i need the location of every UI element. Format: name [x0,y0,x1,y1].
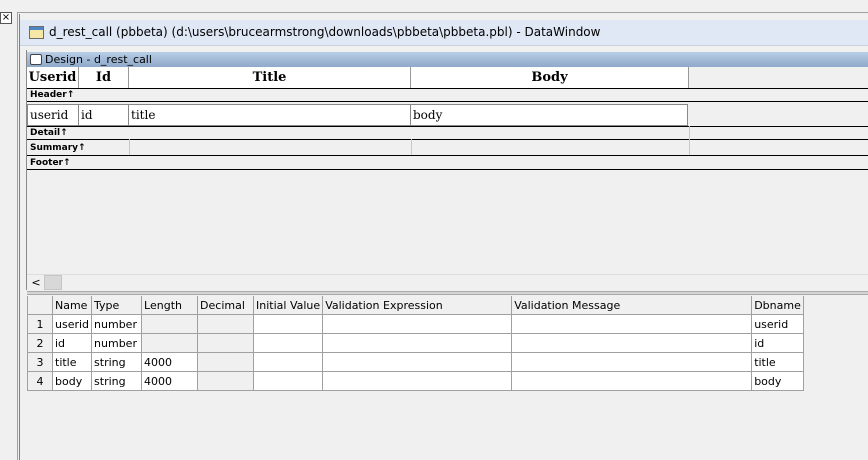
heading-userid[interactable]: Userid [27,67,79,88]
table-row[interactable]: 1 userid number userid [27,314,804,334]
cell-name[interactable]: userid [51,314,93,334]
grid-header-validation-expression[interactable]: Validation Expression [322,296,513,315]
table-row[interactable]: 4 body string 4000 body [27,371,804,391]
grid-header-type[interactable]: Type [91,296,143,315]
column-guide [689,126,690,155]
band-divider [27,126,868,127]
band-divider [27,139,868,140]
row-number: 1 [27,314,53,334]
cell-type[interactable]: string [91,371,143,391]
column-guide [129,139,130,155]
band-label-detail[interactable]: Detail↑ [30,128,68,138]
cell-validation-expression[interactable] [322,371,513,391]
row-number: 4 [27,371,53,391]
table-row[interactable]: 2 id number id [27,333,804,353]
cell-decimal[interactable] [197,314,255,334]
field-id[interactable]: id [78,104,129,126]
cell-length[interactable] [141,314,199,334]
field-title[interactable]: title [128,104,411,126]
band-divider [27,101,868,102]
cell-dbname[interactable]: userid [751,314,804,334]
grid-header-dbname[interactable]: Dbname [751,296,804,315]
cell-dbname[interactable]: body [751,371,804,391]
table-row[interactable]: 3 title string 4000 title [27,352,804,372]
grid-header-row: Name Type Length Decimal Initial Value V… [27,296,804,315]
band-divider [27,88,868,89]
design-pane-header [27,52,868,67]
grid-header-rownum [27,296,53,315]
cell-type[interactable]: number [91,333,143,353]
cell-initial-value[interactable] [253,371,324,391]
column-guide [411,139,412,155]
cell-initial-value[interactable] [253,314,324,334]
cell-decimal[interactable] [197,352,255,372]
row-number: 3 [27,352,53,372]
cell-validation-expression[interactable] [322,314,513,334]
field-userid[interactable]: userid [27,104,79,126]
cell-name[interactable]: id [51,333,93,353]
heading-id[interactable]: Id [79,67,129,88]
column-specification-grid: Name Type Length Decimal Initial Value V… [27,296,804,391]
grid-header-initial-value[interactable]: Initial Value [253,296,324,315]
cell-validation-message[interactable] [511,314,753,334]
grid-header-name[interactable]: Name [51,296,93,315]
grid-header-length[interactable]: Length [141,296,199,315]
datawindow-icon [29,26,44,39]
cell-validation-message[interactable] [511,371,753,391]
cell-validation-message[interactable] [511,333,753,353]
pane-splitter[interactable] [27,291,868,295]
horizontal-scrollbar[interactable] [27,274,868,291]
cell-initial-value[interactable] [253,333,324,353]
cell-name[interactable]: body [51,371,93,391]
close-icon[interactable]: × [0,12,12,24]
cell-decimal[interactable] [197,333,255,353]
cell-length[interactable]: 4000 [141,371,199,391]
grid-header-validation-message[interactable]: Validation Message [511,296,753,315]
cell-name[interactable]: title [51,352,93,372]
row-number: 2 [27,333,53,353]
band-label-summary[interactable]: Summary↑ [30,143,86,153]
cell-validation-expression[interactable] [322,333,513,353]
band-label-footer[interactable]: Footer↑ [30,158,71,168]
grid-header-decimal[interactable]: Decimal [197,296,255,315]
cell-type[interactable]: string [91,352,143,372]
cell-length[interactable]: 4000 [141,352,199,372]
band-divider [27,169,868,170]
cell-validation-expression[interactable] [322,352,513,372]
band-label-header[interactable]: Header↑ [30,90,74,100]
cell-validation-message[interactable] [511,352,753,372]
cell-dbname[interactable]: title [751,352,804,372]
band-divider [27,155,868,156]
field-body[interactable]: body [410,104,688,126]
cell-type[interactable]: number [91,314,143,334]
cell-decimal[interactable] [197,371,255,391]
design-pane-title: Design - d_rest_call [45,53,152,66]
heading-title[interactable]: Title [129,67,411,88]
heading-body[interactable]: Body [411,67,689,88]
cell-dbname[interactable]: id [751,333,804,353]
scroll-thumb[interactable] [44,275,62,290]
window-title: d_rest_call (pbbeta) (d:\users\brucearms… [49,25,601,39]
cell-length[interactable] [141,333,199,353]
design-icon [30,54,42,65]
cell-initial-value[interactable] [253,352,324,372]
scroll-left-arrow-icon[interactable]: < [29,276,43,289]
